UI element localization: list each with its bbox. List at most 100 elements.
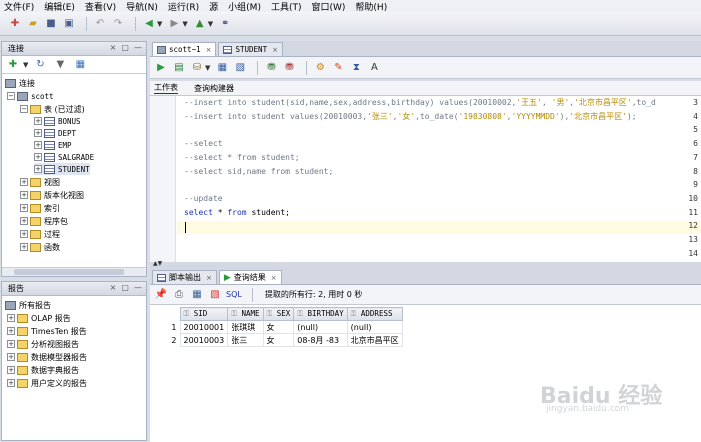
expand-icon[interactable]: +: [20, 191, 28, 199]
chevron-down-icon[interactable]: ▼: [182, 20, 187, 28]
menu-file[interactable]: 文件(F): [4, 0, 34, 13]
autotrace-icon[interactable]: ▧: [233, 61, 247, 75]
tree-node-folder[interactable]: + 函数: [20, 241, 60, 253]
run-script-icon[interactable]: ▤: [172, 61, 186, 75]
pin-icon[interactable]: 📌: [154, 288, 168, 302]
splitter-arrows-icon[interactable]: ▲▼: [153, 260, 162, 267]
tree-node-report[interactable]: + 数据模型器报告: [7, 351, 87, 363]
chevron-down-icon[interactable]: ▼: [208, 20, 213, 28]
sql-history-icon[interactable]: ⧗: [349, 61, 363, 75]
column-header[interactable]: ⚿ ADDRESS: [346, 307, 403, 321]
format-icon[interactable]: A: [367, 61, 381, 75]
table-row[interactable]: 2 20010003 张三 女 08-8月 -83 北京市昌平区: [154, 333, 403, 347]
chevron-down-icon[interactable]: ▼: [157, 20, 162, 28]
menu-edit[interactable]: 编辑(E): [44, 0, 75, 13]
collapse-icon[interactable]: −: [20, 105, 28, 113]
column-header[interactable]: ⚿ SID: [179, 307, 229, 321]
table-cell[interactable]: 女: [262, 333, 295, 347]
expand-icon[interactable]: +: [34, 153, 42, 161]
tree-node-table[interactable]: + BONUS: [34, 115, 81, 127]
collapse-icon[interactable]: −: [7, 92, 15, 100]
table-cell[interactable]: 女: [262, 320, 295, 334]
expand-icon[interactable]: +: [20, 243, 28, 251]
table-cell[interactable]: 张三: [227, 333, 264, 347]
expand-icon[interactable]: +: [7, 379, 15, 387]
tab-worksheet[interactable]: 工作表: [154, 82, 178, 94]
column-header[interactable]: ⚿ NAME: [227, 307, 264, 321]
column-header[interactable]: ⚿ BIRTHDAY: [293, 307, 348, 321]
run-statement-icon[interactable]: ▶: [154, 61, 168, 75]
menu-run[interactable]: 运行(R): [168, 0, 199, 13]
expand-icon[interactable]: +: [20, 204, 28, 212]
table-cell[interactable]: 20010003: [179, 333, 229, 347]
expand-icon[interactable]: +: [34, 117, 42, 125]
find-db-object-icon[interactable]: ⚭: [218, 17, 232, 31]
back-icon[interactable]: ◀: [142, 17, 156, 31]
schema-browser-icon[interactable]: ▦: [73, 58, 87, 72]
code-line[interactable]: --select: [184, 137, 223, 150]
tree-node-connections[interactable]: 连接: [5, 77, 35, 89]
code-line[interactable]: --insert into student values(20010003,'张…: [184, 110, 637, 123]
expand-icon[interactable]: +: [20, 217, 28, 225]
expand-icon[interactable]: +: [34, 129, 42, 137]
table-cell[interactable]: 张琪琪: [227, 320, 264, 334]
column-header[interactable]: ⚿ SEX: [262, 307, 295, 321]
tree-node-scott[interactable]: − scott: [7, 90, 54, 102]
expand-icon[interactable]: +: [20, 178, 28, 186]
code-line[interactable]: --insert into student(sid,name,sex,addre…: [184, 96, 656, 109]
table-cell[interactable]: (null): [293, 320, 348, 334]
close-icon[interactable]: ×: [206, 274, 212, 282]
new-file-icon[interactable]: ✚: [8, 17, 22, 31]
tab-script-output[interactable]: 脚本输出 ×: [152, 270, 217, 284]
print-icon[interactable]: ⎙: [172, 288, 186, 302]
menu-view[interactable]: 查看(V): [85, 0, 116, 13]
tree-node-folder[interactable]: + 过程: [20, 228, 60, 240]
refresh-icon[interactable]: ↻: [33, 58, 47, 72]
tree-node-table-selected[interactable]: + STUDENT: [34, 163, 90, 175]
expand-icon[interactable]: +: [7, 366, 15, 374]
code-line[interactable]: select * from student;: [184, 206, 290, 219]
expand-icon[interactable]: +: [7, 340, 15, 348]
tree-node-folder[interactable]: + 程序包: [20, 215, 68, 227]
expand-icon[interactable]: +: [34, 141, 42, 149]
save-icon[interactable]: ■: [44, 17, 58, 31]
refresh-icon[interactable]: ▧: [208, 288, 222, 302]
close-icon[interactable]: ×: [271, 274, 277, 282]
commit-db-icon[interactable]: ⛃: [264, 61, 278, 75]
tree-node-table[interactable]: + SALGRADE: [34, 151, 94, 163]
sql-editor[interactable]: 3 --insert into student(sid,name,sex,addr…: [150, 95, 701, 262]
menu-team[interactable]: 小组(M): [228, 0, 261, 13]
code-line[interactable]: --select sid,name from student;: [184, 165, 333, 178]
tab-query-builder[interactable]: 查询构建器: [194, 83, 234, 94]
filter-icon[interactable]: ▼: [53, 58, 67, 72]
sql-tuning-icon[interactable]: ⚙: [313, 61, 327, 75]
tree-node-table[interactable]: + EMP: [34, 139, 72, 151]
code-line[interactable]: --update: [184, 192, 223, 205]
undo-icon[interactable]: ↶: [93, 17, 107, 31]
table-row[interactable]: 1 20010001 张琪琪 女 (null) (null): [154, 320, 403, 334]
tree-node-report[interactable]: + 数据字典报告: [7, 364, 79, 376]
sql-worksheet-icon[interactable]: ▲: [193, 17, 207, 31]
tree-node-report[interactable]: + 用户定义的报告: [7, 377, 87, 389]
add-connection-icon[interactable]: ✚: [6, 58, 20, 72]
explain-plan-icon[interactable]: ▦: [215, 61, 229, 75]
menu-source[interactable]: 源: [209, 0, 218, 13]
tree-node-folder[interactable]: + 视图: [20, 176, 60, 188]
horizontal-scrollbar[interactable]: [2, 267, 146, 276]
expand-icon[interactable]: +: [20, 230, 28, 238]
chevron-down-icon[interactable]: ▼: [23, 61, 28, 69]
tree-node-report[interactable]: + 分析视图报告: [7, 338, 79, 350]
forward-icon[interactable]: ▶: [167, 17, 181, 31]
expand-icon[interactable]: +: [7, 327, 15, 335]
expand-icon[interactable]: +: [7, 353, 15, 361]
menu-window[interactable]: 窗口(W): [312, 0, 346, 13]
commit-icon[interactable]: ⛁: [190, 61, 204, 75]
panel-controls[interactable]: × ▢ —: [110, 283, 142, 292]
tree-node-tables[interactable]: − 表 (已过滤): [20, 103, 85, 115]
code-line[interactable]: --select * from student;: [184, 151, 300, 164]
close-icon[interactable]: ×: [206, 46, 212, 54]
rollback-icon[interactable]: ⛃: [282, 61, 296, 75]
tab-student-table[interactable]: STUDENT ×: [218, 42, 283, 56]
table-cell[interactable]: 08-8月 -83: [293, 333, 348, 347]
export-icon[interactable]: ▦: [190, 288, 204, 302]
